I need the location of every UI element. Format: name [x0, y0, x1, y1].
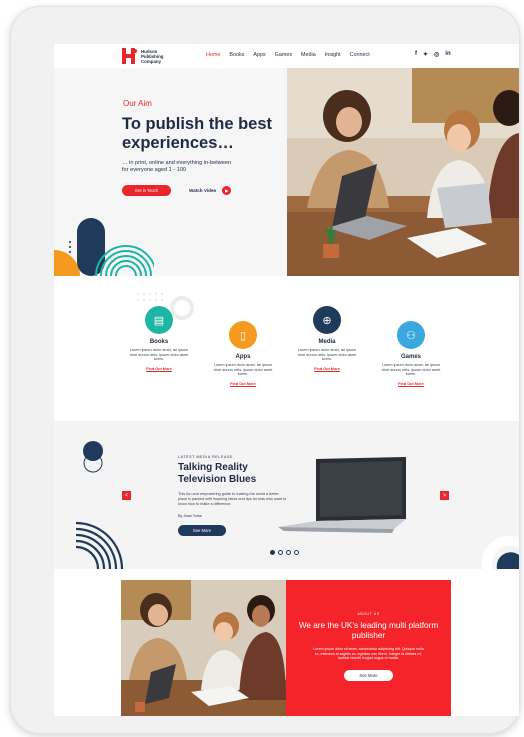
carousel-prev-button[interactable]: < — [122, 491, 131, 500]
carousel-next-button[interactable]: > — [440, 491, 449, 500]
linkedin-icon[interactable]: in — [445, 51, 450, 58]
app-icon: ▯ — [229, 321, 257, 349]
about-title: We are the UK's leading multi platform p… — [298, 621, 439, 640]
media-release-section: < > LATEST MEDIA RELEASE Talking Reality… — [54, 421, 519, 569]
gamepad-icon: ⚇ — [397, 321, 425, 349]
website-screen: Hudson Publishing Company Home Books App… — [54, 44, 519, 716]
service-books-title: Books — [149, 339, 169, 345]
site-header: Hudson Publishing Company Home Books App… — [54, 44, 519, 68]
service-media-desc: Lorem ipsum dolor amet, an ipsum dore du… — [297, 348, 357, 362]
hero-team-photo — [287, 68, 519, 276]
service-apps-desc: Lorem ipsum dolor amet, an ipsum dore du… — [213, 363, 273, 377]
service-media-title: Media — [318, 339, 336, 345]
release-title: Talking Reality Television Blues — [178, 462, 257, 485]
about-team-photo — [121, 580, 286, 716]
nav-home[interactable]: Home — [206, 52, 220, 58]
nav-apps[interactable]: Apps — [253, 52, 265, 58]
facebook-icon[interactable]: f — [415, 51, 417, 58]
nav-insight[interactable]: Insight — [325, 52, 341, 58]
service-games-link[interactable]: Find Out More — [381, 382, 441, 386]
tablet-frame: Hudson Publishing Company Home Books App… — [10, 6, 520, 734]
hero-section: Our Aim To publish the best experiences…… — [54, 68, 519, 276]
watch-video-label: Watch Video — [189, 188, 217, 193]
service-media: ⊕ Media Lorem ipsum dolor amet, an ipsum… — [297, 306, 357, 371]
carousel-dot-1[interactable] — [270, 550, 275, 555]
services-section: ▤ Books Lorem ipsum dolor amet, an ipsum… — [54, 276, 519, 421]
company-logo[interactable]: Hudson Publishing Company — [122, 48, 171, 64]
service-books: ▤ Books Lorem ipsum dolor amet, an ipsum… — [129, 306, 189, 371]
carousel-indicators — [270, 550, 299, 555]
about-kicker: ABOUT US — [357, 612, 380, 616]
service-apps-title: Apps — [235, 354, 251, 360]
service-games-desc: Lorem ipsum dolor amet, an ipsum dore du… — [381, 363, 441, 377]
get-in-touch-button[interactable]: Get in Touch — [122, 185, 171, 196]
instagram-icon[interactable]: ◎ — [434, 51, 439, 58]
service-books-link[interactable]: Find Out More — [129, 367, 189, 371]
hero-title: To publish the best experiences… — [122, 115, 273, 152]
nav-books[interactable]: Books — [229, 52, 244, 58]
release-see-more-button[interactable]: See More — [178, 525, 226, 536]
about-see-more-button[interactable]: See More — [344, 669, 393, 681]
hero-decorative-shapes — [54, 218, 154, 276]
release-description: This fun and empowering guide to making … — [178, 492, 287, 506]
laptop-image — [278, 457, 406, 533]
hero-kicker: Our Aim — [123, 99, 152, 108]
carousel-dot-4[interactable] — [294, 550, 299, 555]
twitter-icon[interactable]: ✦ — [423, 51, 428, 58]
nav-games[interactable]: Games — [275, 52, 292, 58]
release-author: By Joan Toms — [178, 514, 202, 518]
watch-video-button[interactable]: Watch Video ▶ — [189, 186, 232, 195]
service-books-desc: Lorem ipsum dolor amet, an ipsum dore du… — [129, 348, 189, 362]
logo-mark-icon — [122, 48, 138, 64]
service-games: ⚇ Games Lorem ipsum dolor amet, an ipsum… — [381, 321, 441, 386]
carousel-dot-2[interactable] — [278, 550, 283, 555]
service-apps-link[interactable]: Find Out More — [213, 382, 273, 386]
hero-subtitle: … in print, online and everything in-bet… — [122, 160, 232, 173]
nav-media[interactable]: Media — [301, 52, 316, 58]
main-nav: Home Books Apps Games Media Insight Conn… — [206, 52, 370, 58]
service-media-link[interactable]: Find Out More — [297, 367, 357, 371]
logo-text: Hudson Publishing Company — [141, 48, 164, 64]
play-icon: ▶ — [222, 186, 232, 195]
about-panel: ABOUT US We are the UK's leading multi p… — [286, 580, 451, 716]
carousel-dot-3[interactable] — [286, 550, 291, 555]
service-apps: ▯ Apps Lorem ipsum dolor amet, an ipsum … — [213, 321, 273, 386]
service-games-title: Games — [400, 354, 421, 360]
social-links: f ✦ ◎ in — [415, 51, 451, 58]
release-kicker: LATEST MEDIA RELEASE — [178, 455, 234, 459]
about-body: Lorem ipsum dolor sit amet, consectetur … — [313, 647, 424, 661]
globe-icon: ⊕ — [313, 306, 341, 334]
about-section: ABOUT US We are the UK's leading multi p… — [54, 569, 519, 716]
book-icon: ▤ — [145, 306, 173, 334]
nav-connect[interactable]: Connect — [350, 52, 370, 58]
